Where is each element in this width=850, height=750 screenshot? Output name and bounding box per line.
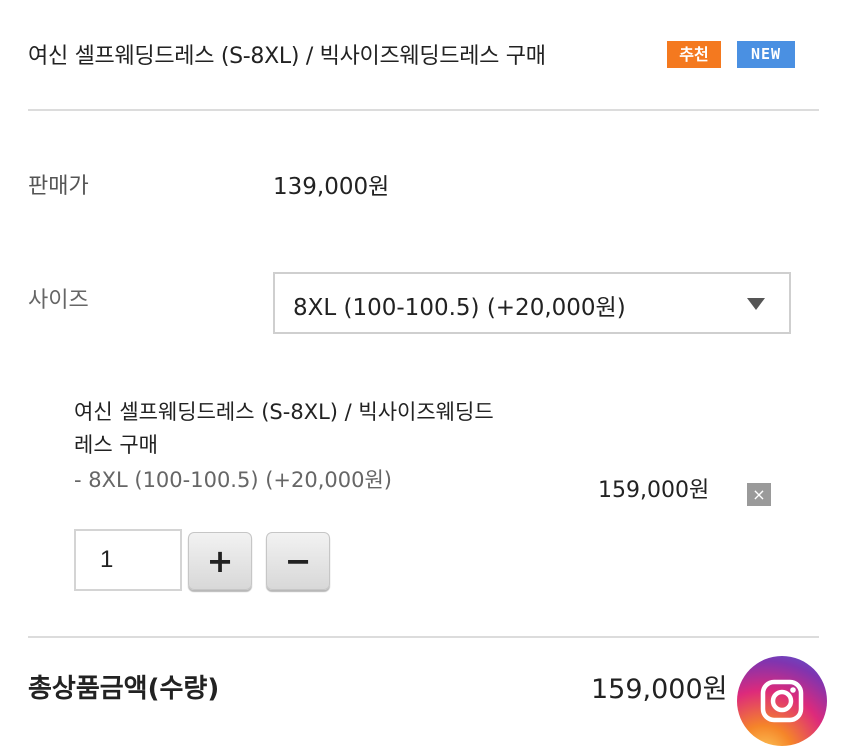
total-value: 159,000원 (591, 674, 728, 705)
size-select[interactable]: 8XL (100-100.5) (+20,000원) (273, 272, 791, 334)
close-icon: × (752, 485, 766, 504)
divider-bottom (28, 636, 819, 638)
quantity-plus-button[interactable]: + (188, 532, 252, 590)
remove-item-button[interactable]: × (747, 483, 771, 506)
price-label: 판매가 (28, 174, 89, 199)
size-select-value: 8XL (100-100.5) (+20,000원) (293, 295, 626, 321)
price-value: 139,000원 (273, 174, 390, 200)
size-label: 사이즈 (28, 288, 89, 313)
instagram-icon (760, 679, 804, 723)
selected-item-name: 여신 셀프웨딩드레스 (S-8XL) / 빅사이즈웨딩드레스 구매 (74, 400, 494, 457)
selected-item-price: 159,000원 (598, 478, 710, 503)
quantity-input[interactable]: 1 (74, 529, 182, 591)
new-badge: NEW (737, 41, 795, 68)
recommend-badge: 추천 (667, 41, 721, 68)
selected-item-option: - 8XL (100-100.5) (+20,000원) (74, 468, 392, 492)
instagram-button[interactable] (737, 656, 827, 746)
product-title: 여신 셀프웨딩드레스 (S-8XL) / 빅사이즈웨딩드레스 구매 (28, 44, 546, 69)
total-label: 총상품금액(수량) (28, 674, 220, 704)
chevron-down-icon (747, 298, 765, 310)
divider-top (28, 109, 819, 111)
quantity-minus-button[interactable]: − (266, 532, 330, 590)
